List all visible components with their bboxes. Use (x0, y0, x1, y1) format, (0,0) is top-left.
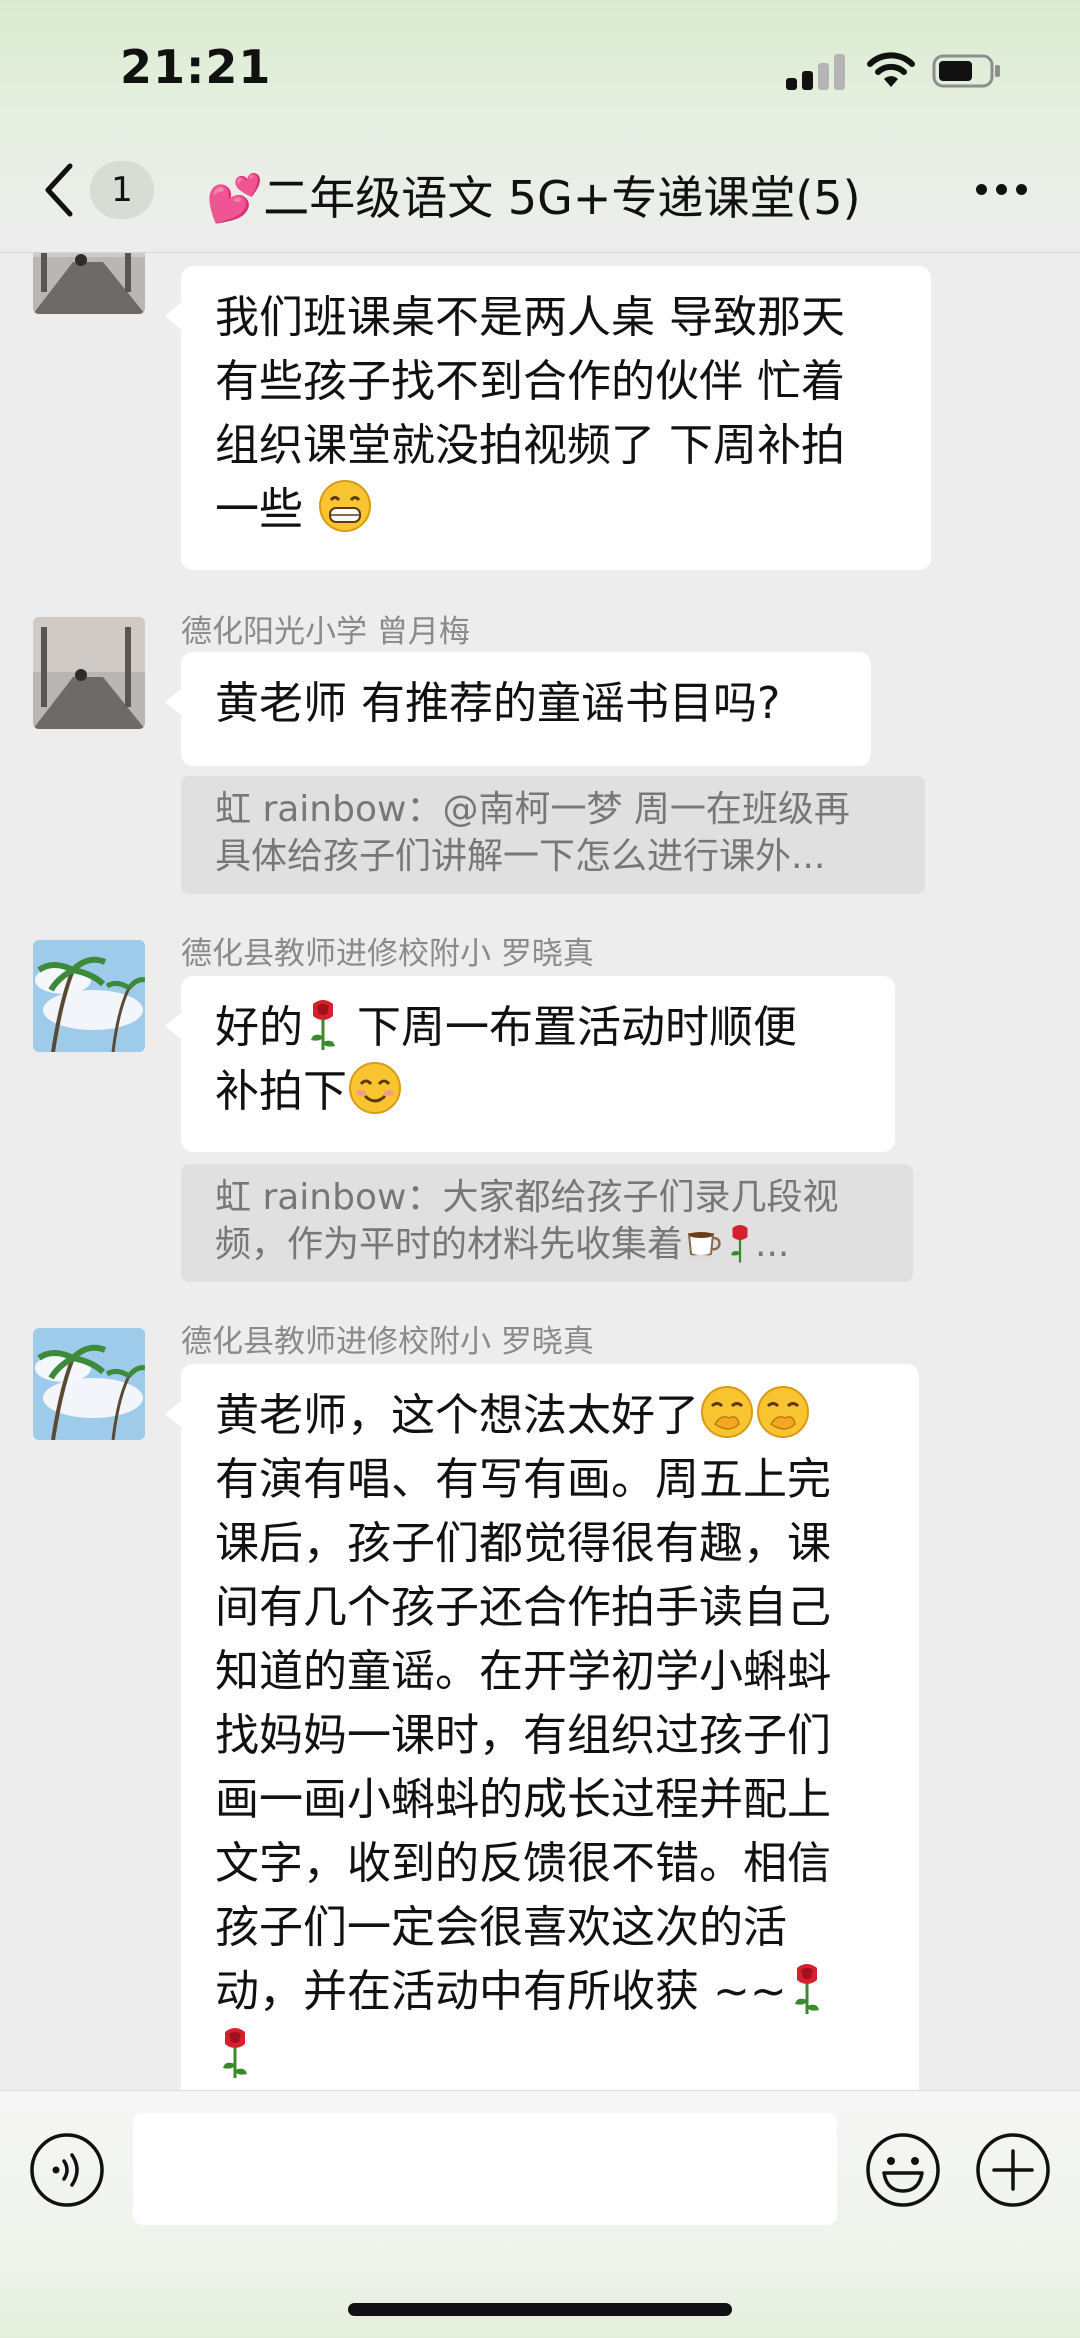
message-line: 找妈妈一课时，有组织过孩子们 (215, 1710, 831, 1761)
quote-line: 虹 rainbow：大家都给孩子们录几段视 (215, 1177, 839, 1218)
hand-over-mouth-face-icon (757, 1386, 809, 1438)
message-bubble[interactable]: 我们班课桌不是两人桌 导致那天 有些孩子找不到合作的伙伴 忙着 组织课堂就没拍视… (165, 266, 931, 570)
unread-count-badge[interactable]: 1 (90, 161, 154, 219)
message-line: 知道的童谣。在开学初学小蝌蚪 (215, 1646, 831, 1697)
home-indicator[interactable] (348, 2303, 732, 2316)
message-line (215, 2024, 885, 2088)
cellular-signal-icon (786, 54, 846, 90)
message-line: 孩子们一定会很喜欢这次的活 (215, 1902, 787, 1953)
sender-name: 德化阳光小学 曾月梅 (181, 614, 470, 650)
grin-face-icon (319, 480, 371, 532)
rose-icon (311, 1000, 335, 1050)
quote-line: 具体给孩子们讲解一下怎么进行课外... (215, 836, 826, 877)
message-line: 补拍下 (215, 1060, 861, 1124)
avatar[interactable] (33, 1328, 145, 1440)
message-line: 黄老师，这个想法太好了 (215, 1384, 885, 1448)
message-line: 有演有唱、有写有画。周五上完 (215, 1454, 831, 1505)
message-line: 组织课堂就没拍视频了 下周补拍 (215, 420, 845, 471)
quoted-reply[interactable]: 虹 rainbow：@南柯一梦 周一在班级再 具体给孩子们讲解一下怎么进行课外.… (181, 776, 925, 894)
rose-icon (223, 2028, 247, 2078)
avatar[interactable] (33, 252, 145, 314)
wifi-icon (867, 52, 915, 87)
two-hearts-icon: 💕 (206, 171, 264, 225)
message-line: 好的 下周一布置活动时顺便 (215, 996, 861, 1060)
input-bar (0, 2090, 1080, 2338)
message-bubble[interactable]: 黄老师，这个想法太好了 有演有唱、有写有画。周五上完 课后，孩子们都觉得很有趣，… (165, 1364, 919, 2090)
message-line: 课后，孩子们都觉得很有趣，课 (215, 1518, 831, 1569)
avatar[interactable] (33, 940, 145, 1052)
message-line: 有些孩子找不到合作的伙伴 忙着 (215, 356, 845, 407)
coffee-cup-icon (685, 1232, 721, 1261)
quote-line: 虹 rainbow：@南柯一梦 周一在班级再 (215, 789, 850, 830)
sender-name: 德化县教师进修校附小 罗晓真 (181, 936, 594, 972)
sender-name: 德化县教师进修校附小 罗晓真 (181, 1324, 594, 1360)
chat-title: 💕二年级语文 5G+专递课堂(5) (206, 162, 861, 228)
quoted-reply[interactable]: 虹 rainbow：大家都给孩子们录几段视 频，作为平时的材料先收集着... (181, 1164, 913, 1282)
smiling-face-icon (349, 1062, 401, 1114)
message-bubble[interactable]: 黄老师 有推荐的童谣书目吗? (165, 652, 871, 766)
voice-icon[interactable] (28, 2131, 106, 2209)
message-line: 黄老师 有推荐的童谣书目吗? (215, 678, 781, 729)
message-line: 动，并在活动中有所收获 ~~ (215, 1960, 885, 2024)
avatar[interactable] (33, 617, 145, 729)
plus-icon[interactable] (974, 2131, 1052, 2209)
message-line: 一些 (215, 478, 897, 542)
rose-icon (731, 1225, 748, 1263)
message-line: 我们班课桌不是两人桌 导致那天 (215, 292, 845, 343)
hand-over-mouth-face-icon (701, 1386, 753, 1438)
message-list[interactable]: 我们班课桌不是两人桌 导致那天 有些孩子找不到合作的伙伴 忙着 组织课堂就没拍视… (0, 252, 1080, 2090)
message-input[interactable] (133, 2113, 837, 2225)
top-bar: 21:21 1 💕二年级语文 5G+专递课堂(5) (0, 0, 1080, 253)
message-line: 文字，收到的反馈很不错。相信 (215, 1838, 831, 1889)
chat-title-text: 二年级语文 5G+专递课堂(5) (263, 171, 861, 225)
status-time: 21:21 (120, 40, 272, 94)
message-bubble[interactable]: 好的 下周一布置活动时顺便 补拍下 (165, 976, 895, 1152)
more-options-button[interactable] (972, 170, 1032, 210)
message-line: 画一画小蝌蚪的成长过程并配上 (215, 1774, 831, 1825)
battery-icon (932, 54, 1000, 88)
back-button[interactable] (40, 160, 80, 220)
message-line: 间有几个孩子还合作拍手读自己 (215, 1582, 831, 1633)
emoji-icon[interactable] (864, 2131, 942, 2209)
rose-icon (794, 1964, 819, 2014)
quote-line: 频，作为平时的材料先收集着... (215, 1224, 790, 1265)
